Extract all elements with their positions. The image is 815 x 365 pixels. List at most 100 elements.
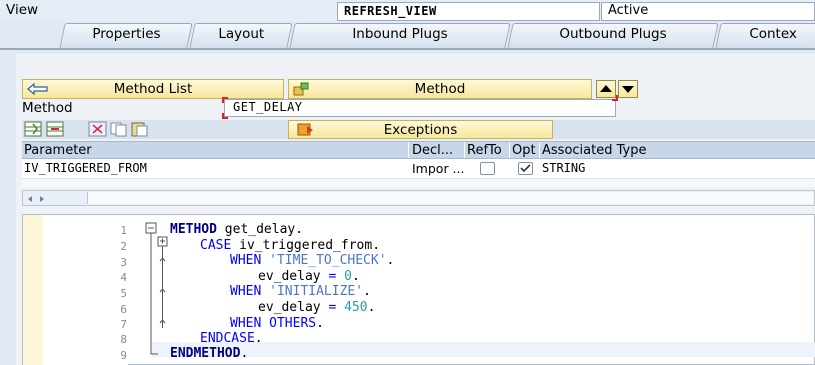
variable: ev_delay: [258, 269, 321, 284]
line-number: 4: [120, 271, 127, 284]
line-number: 1: [120, 224, 127, 237]
tab-label: Layout: [218, 26, 265, 42]
code-text: iv_triggered_from.: [231, 238, 381, 253]
scroll-track[interactable]: [87, 192, 813, 204]
method-list-label: Method List: [113, 81, 193, 97]
keyword: WHEN: [230, 253, 262, 268]
string-literal: 'TIME_TO_CHECK': [269, 253, 387, 268]
tab-label: Contex: [749, 26, 798, 42]
scroll-arrows-icon[interactable]: [26, 194, 46, 204]
line-number: 8: [120, 333, 127, 346]
tab-divider: [0, 48, 815, 50]
keyword: METHOD: [170, 222, 217, 237]
tab-label: Inbound Plugs: [352, 26, 449, 42]
column-divider: [509, 142, 510, 158]
optional-checkbox[interactable]: [518, 162, 533, 175]
line-number: 6: [120, 303, 127, 316]
tab-layout[interactable]: Layout: [189, 23, 293, 48]
col-declaration[interactable]: Decl...: [412, 143, 453, 158]
operator: =: [320, 300, 345, 315]
method-list-button[interactable]: Method List: [22, 79, 284, 99]
move-down-button[interactable]: [618, 80, 638, 98]
refto-checkbox[interactable]: [480, 162, 495, 175]
column-divider: [408, 142, 409, 158]
exceptions-label: Exceptions: [383, 122, 458, 138]
declaration-cell[interactable]: Impor ...: [412, 161, 464, 176]
case-fold-markers: [157, 236, 168, 328]
view-name-field[interactable]: REFRESH_VIEW: [337, 2, 600, 21]
line-numbers: 1 2 3 4 5 6 7 8 9: [43, 215, 128, 365]
horizontal-scrollbar[interactable]: [22, 190, 815, 206]
method-label: Method: [414, 81, 466, 97]
code-text: .: [254, 331, 263, 346]
code-line-1[interactable]: METHOD get_delay.: [170, 222, 303, 237]
check-icon: [520, 164, 531, 173]
code-line-5[interactable]: WHEN 'INITIALIZE'.: [230, 284, 371, 299]
view-label: View: [6, 2, 39, 18]
code-line-3[interactable]: WHEN 'TIME_TO_CHECK'.: [230, 253, 394, 268]
number-literal: 0: [344, 269, 352, 284]
column-divider: [464, 142, 465, 158]
code-text: .: [363, 284, 371, 299]
col-parameter[interactable]: Parameter: [24, 143, 92, 158]
code-line-8[interactable]: ENDCASE.: [200, 331, 263, 346]
keyword: OTHERS: [269, 316, 317, 331]
method-name-field[interactable]: GET_DELAY: [224, 99, 616, 117]
method-field-label: Method: [22, 100, 73, 116]
keyword: ENDMETHOD: [170, 346, 241, 361]
code-line-6[interactable]: ev_delay = 450.: [258, 300, 375, 315]
tab-context[interactable]: Contex: [715, 23, 815, 48]
col-optional[interactable]: Opt: [512, 143, 536, 158]
keyword: WHEN: [230, 284, 262, 299]
required-marker: [222, 113, 228, 119]
tab-strip: Properties Layout Inbound Plugs Outbound…: [0, 23, 815, 49]
associated-type-cell[interactable]: STRING: [542, 161, 585, 175]
line-number: 2: [120, 240, 127, 253]
triangle-down-icon: [619, 86, 637, 101]
tab-label: Outbound Plugs: [559, 26, 667, 42]
status-field: Active: [601, 2, 815, 21]
parameter-table-header: Parameter Decl... RefTo Opt Associated T…: [22, 141, 815, 159]
tab-properties[interactable]: Properties: [59, 23, 193, 48]
append-row-icon[interactable]: [46, 121, 65, 137]
copy-icon[interactable]: [109, 121, 128, 137]
table-row-empty: [22, 179, 815, 187]
paste-icon[interactable]: [130, 121, 149, 137]
code-line-7[interactable]: WHEN OTHERS.: [230, 316, 324, 331]
tab-outbound-plugs[interactable]: Outbound Plugs: [507, 23, 719, 48]
code-line-9[interactable]: ENDMETHOD.: [170, 346, 248, 361]
keyword: WHEN: [230, 316, 262, 331]
line-number: 5: [120, 287, 127, 300]
parameter-cell[interactable]: IV_TRIGGERED_FROM: [24, 161, 147, 175]
required-marker: [222, 97, 228, 103]
string-literal: 'INITIALIZE': [269, 284, 364, 299]
tab-label: Properties: [92, 26, 161, 42]
code-text: .: [240, 346, 249, 361]
method-button[interactable]: Method: [288, 79, 592, 99]
code-text: get_delay.: [216, 222, 304, 237]
required-marker: [612, 95, 618, 101]
keyword: CASE: [200, 238, 232, 253]
col-refto[interactable]: RefTo: [467, 143, 502, 158]
number-literal: 450: [344, 300, 368, 315]
line-number: 7: [120, 318, 127, 331]
cut-icon[interactable]: [88, 121, 107, 137]
variable: ev_delay: [258, 300, 321, 315]
line-number: 9: [120, 349, 127, 362]
table-row[interactable]: IV_TRIGGERED_FROM Impor ... STRING: [22, 159, 815, 179]
keyword: ENDCASE: [200, 331, 255, 346]
code-text: .: [316, 316, 324, 331]
code-text: .: [351, 269, 360, 284]
line-number: 3: [120, 256, 127, 269]
column-divider: [539, 142, 540, 158]
code-line-2[interactable]: CASE iv_triggered_from.: [200, 238, 380, 253]
tab-inbound-plugs[interactable]: Inbound Plugs: [289, 23, 511, 48]
insert-row-icon[interactable]: [24, 121, 43, 137]
code-text: .: [386, 253, 395, 268]
editor-gutter: [23, 215, 43, 365]
code-text: .: [367, 300, 376, 315]
code-line-4[interactable]: ev_delay = 0.: [258, 269, 360, 284]
col-associated-type[interactable]: Associated Type: [542, 143, 646, 158]
exceptions-button[interactable]: Exceptions: [288, 120, 553, 139]
operator: =: [320, 269, 345, 284]
